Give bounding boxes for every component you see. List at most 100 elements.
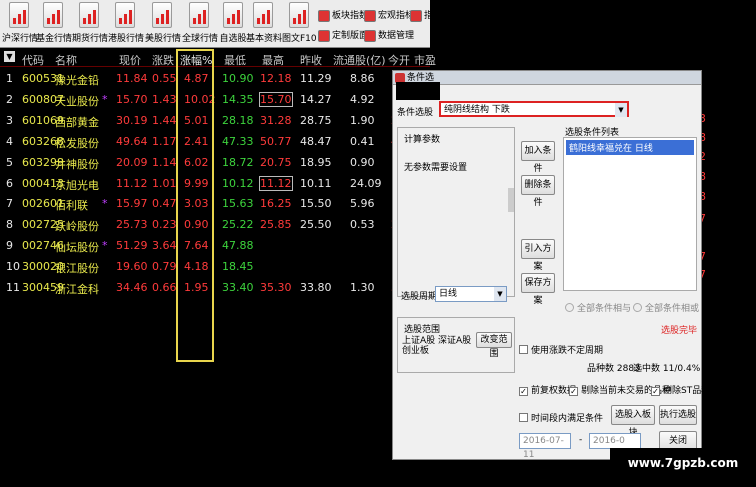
table-row[interactable]: 9 002746 仙坛股份 * 51.29 3.64 7.64 47.88 [0, 235, 430, 255]
change-range-button[interactable]: 改变范围 [476, 332, 512, 359]
date-from-select[interactable]: 2016-07-11 [519, 433, 571, 460]
cell-price: 20.09 [116, 155, 148, 169]
condition-select[interactable]: 纯阴线结构 下跌 ▼ [439, 101, 629, 117]
toolbar-button-4[interactable]: 美股行情 [145, 2, 181, 46]
column-header[interactable]: 现价 [119, 52, 141, 68]
condition-list-item[interactable]: 鹤阳线幸福兑在 日线 [566, 140, 694, 155]
toolbar-secondary-button-0[interactable]: 板块指数 [318, 8, 368, 26]
column-header[interactable]: 市盈 [414, 52, 436, 68]
cell-mark: * [102, 92, 108, 106]
toolbar-button-label: 全球行情 [182, 34, 219, 44]
toolbar-secondary-button-3[interactable]: 数据管理 [364, 28, 414, 46]
cell-high: 12.18 [260, 72, 292, 85]
period-select[interactable]: 日线 ▼ [435, 286, 507, 302]
occlusion-block [440, 15, 756, 67]
cell-float: 1.90 [350, 113, 375, 127]
column-header[interactable]: 名称 [55, 52, 77, 68]
column-header[interactable]: 今开 [388, 52, 410, 68]
table-row[interactable]: 1 600531 豫光金铅 11.84 0.55 4.87 10.90 12.18 11.29 8… [0, 68, 430, 88]
cell-pct: 10.02 [184, 92, 216, 106]
toolbar-button-7[interactable]: 基本资料 [246, 2, 283, 46]
cell-price: 25.73 [116, 218, 148, 232]
import-plan-button[interactable]: 引入方案 [521, 239, 555, 272]
scrollbar-thumb[interactable] [508, 188, 514, 212]
cell-float: 24.09 [350, 176, 382, 190]
date-to-select[interactable]: 2016-0 [589, 433, 641, 449]
radio-and[interactable]: 全部条件相与 [565, 301, 631, 314]
run-screen-button[interactable]: 执行选股 [659, 405, 697, 425]
cell-mark: * [102, 197, 108, 211]
exclude-st-checkbox[interactable]: ✓ 剔除ST品种 [651, 383, 710, 396]
table-row[interactable]: 8 002725 跃岭股份 25.73 0.23 0.90 25.22 25.85 25.50 0… [0, 214, 430, 234]
table-row[interactable]: 3 601069 西部黄金 30.19 1.44 5.01 28.18 31.28 28.75 1… [0, 110, 430, 130]
column-header[interactable]: 流通股(亿) [333, 52, 386, 68]
add-condition-button[interactable]: 加入条件 [521, 141, 555, 174]
chart-icon [9, 2, 29, 28]
toolbar-secondary-button-2[interactable]: 定制版面 [318, 28, 368, 46]
condition-list[interactable]: 鹤阳线幸福兑在 日线 [563, 137, 697, 291]
toolbar-button-3[interactable]: 港股行情 [108, 2, 144, 46]
cell-idx: 1 [6, 72, 13, 85]
module-icon [364, 29, 376, 42]
toolbar-truncated-button[interactable]: 指 [410, 8, 433, 26]
column-header[interactable]: 涨幅% [180, 52, 212, 68]
cell-price: 30.19 [116, 113, 148, 127]
total-label: 品种数 [587, 364, 615, 374]
column-header[interactable]: 最高 [262, 52, 284, 68]
toolbar-button-2[interactable]: 期货行情 [72, 2, 108, 46]
cell-idx: 11 [6, 281, 20, 294]
save-plan-button[interactable]: 保存方案 [521, 273, 555, 306]
cell-price: 11.12 [116, 176, 148, 190]
cell-chg: 1.14 [152, 155, 177, 169]
table-row[interactable]: 6 000413 东旭光电 11.12 1.01 9.99 10.12 11.12 10.11 2… [0, 173, 430, 193]
radio-dot [633, 303, 642, 312]
cell-chg: 0.23 [152, 218, 177, 232]
cell-high: 20.75 [260, 155, 292, 169]
add-to-block-button[interactable]: 选股入板块 [611, 405, 655, 438]
cell-high: 25.85 [260, 218, 292, 232]
toolbar-button-5[interactable]: 全球行情 [182, 2, 219, 46]
cell-high: 50.77 [260, 134, 292, 148]
toolbar-button-8[interactable]: 图文F10 [282, 2, 317, 46]
table-row[interactable]: 5 603299 井神股份 20.09 1.14 6.02 18.72 20.75 18.95 0… [0, 152, 430, 172]
toolbar-button-1[interactable]: 基金行情 [36, 2, 72, 46]
cell-chg: 1.17 [152, 134, 177, 148]
column-header[interactable]: 最低 [224, 52, 246, 68]
table-row[interactable]: 4 603268 松发股份 49.64 1.17 2.41 47.33 50.77 48.47 0… [0, 131, 430, 151]
table-row[interactable]: 7 002601 佰利联 * 15.97 0.47 3.03 15.63 16.25 15.50 5… [0, 193, 430, 213]
hit-value: 11/0.4% [662, 364, 701, 374]
table-row[interactable]: 2 600807 天业股份 * 15.70 1.43 10.02 14.35 15.70 14.2… [0, 89, 430, 109]
toolbar-button-label: 基本资料 [246, 34, 283, 44]
unlimited-period-checkbox[interactable]: 使用涨跌不定周期 [519, 343, 603, 356]
column-header[interactable]: 昨收 [300, 52, 322, 68]
range-group: 选股范围 上证A股 深证A股 创业板 改变范围 [397, 317, 515, 373]
cell-float: 0.53 [350, 218, 375, 232]
table-row[interactable]: 11 300459 浙江金科 34.46 0.66 1.95 33.40 35.30 33.80… [0, 277, 430, 297]
delete-condition-button[interactable]: 删除条件 [521, 175, 555, 208]
column-menu-button[interactable]: ▼ [4, 51, 15, 62]
table-row[interactable]: 10 300020 银江股份 19.60 0.79 4.18 18.45 [0, 256, 430, 276]
watermark: www.7gpzb.com [610, 448, 756, 487]
toolbar-button-6[interactable]: 自选股 [216, 2, 250, 46]
toolbar-secondary-label: 定制版面 [332, 31, 369, 41]
cell-pct: 7.64 [184, 239, 209, 253]
toolbar-secondary-label: 数据管理 [378, 31, 415, 41]
cell-low: 47.88 [222, 239, 254, 253]
time-range-checkbox[interactable]: 时间段内满足条件 [519, 411, 603, 424]
cell-chg: 0.47 [152, 197, 177, 211]
column-header[interactable]: 代码 [22, 52, 44, 68]
cell-low: 10.12 [222, 176, 254, 190]
period-value: 日线 [439, 289, 458, 299]
cell-low: 33.40 [222, 281, 254, 294]
check-icon: ✓ [569, 387, 578, 396]
cell-float: 8.86 [350, 72, 375, 85]
toolbar-button-0[interactable]: 沪深行情 [2, 2, 38, 46]
cell-idx: 3 [6, 113, 13, 127]
forward-rights-checkbox[interactable]: ✓ 前复权数据 [519, 383, 576, 396]
toolbar-secondary-button-1[interactable]: 宏观指标 [364, 8, 414, 26]
radio-or[interactable]: 全部条件相或 [633, 301, 699, 314]
cell-name: 松发股份 [55, 136, 99, 150]
cell-pct: 9.99 [184, 176, 209, 190]
column-header[interactable]: 涨跌 [152, 52, 174, 68]
line-chart-icon [189, 2, 209, 28]
